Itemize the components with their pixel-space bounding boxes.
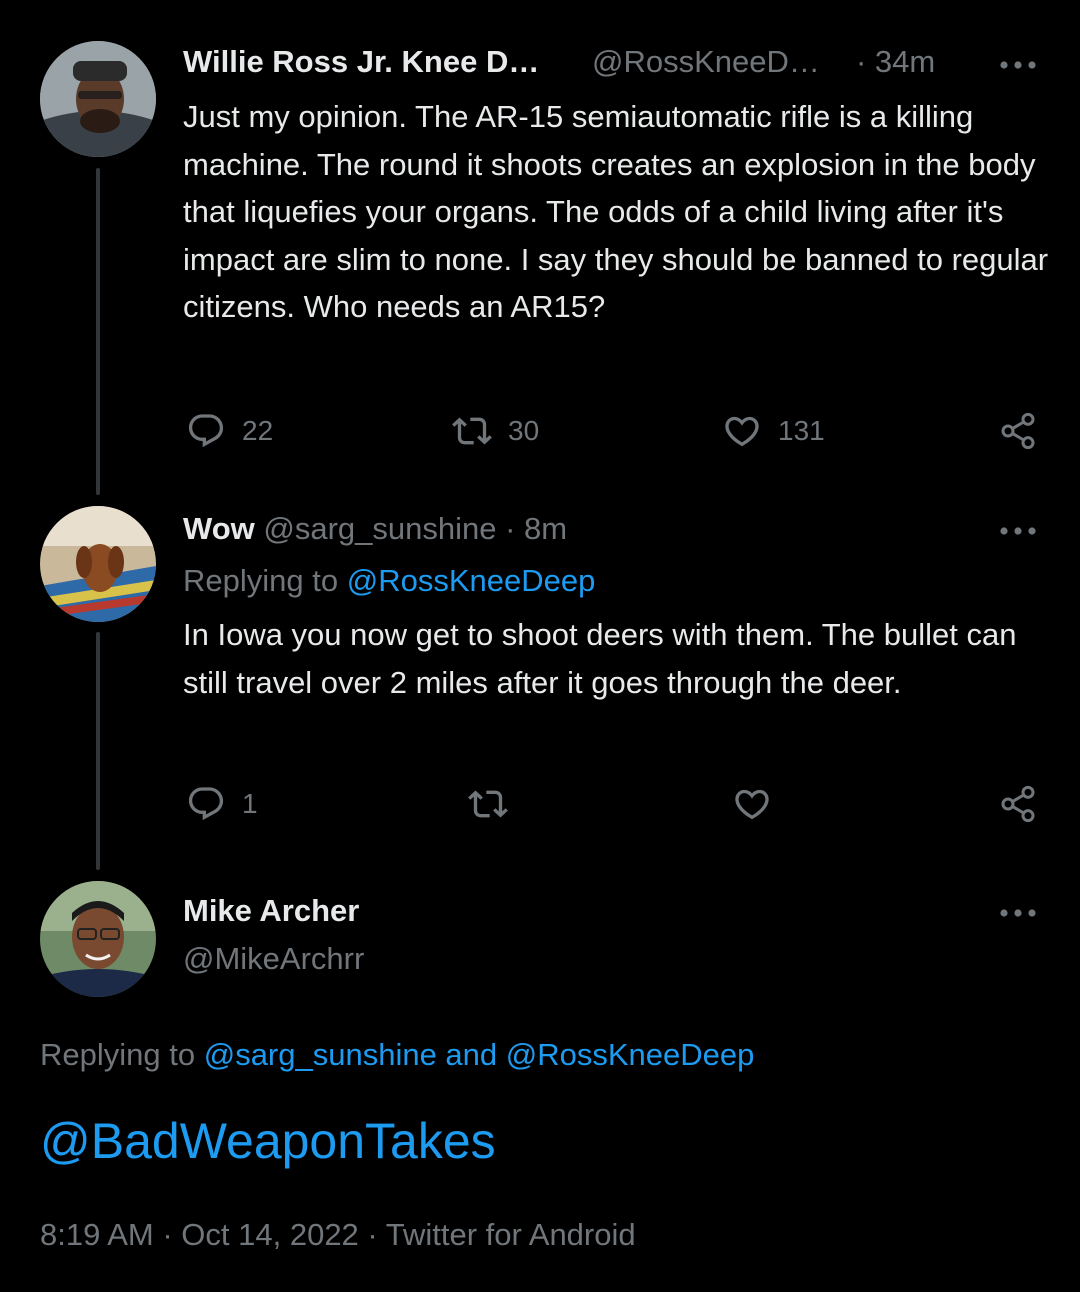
- share-icon: [998, 784, 1038, 824]
- replying-to: Replying to @sarg_sunshine and @RossKnee…: [40, 1037, 754, 1073]
- share-icon: [998, 411, 1038, 451]
- author-handle-time[interactable]: @sarg_sunshine · 8m: [263, 511, 567, 546]
- reply-button[interactable]: 22: [186, 411, 273, 451]
- share-button[interactable]: [998, 411, 1038, 451]
- retweet-button[interactable]: 30: [452, 411, 539, 451]
- retweet-icon: [452, 411, 492, 451]
- reply-count: 1: [242, 788, 258, 819]
- author-name[interactable]: Wow: [183, 511, 255, 546]
- replying-handle-link[interactable]: @RossKneeDeep: [347, 563, 596, 598]
- author-handle[interactable]: @RossKneeD…: [592, 44, 820, 80]
- thread-line: [96, 632, 100, 870]
- share-button[interactable]: [998, 784, 1038, 824]
- reply-button[interactable]: 1: [186, 784, 258, 824]
- tweet-timestamp[interactable]: 8:19 AM · Oct 14, 2022 · Twitter for And…: [40, 1217, 636, 1253]
- reply-icon: [186, 784, 226, 824]
- avatar-image: [40, 506, 156, 622]
- replying-to: Replying to @RossKneeDeep: [183, 563, 595, 599]
- avatar-image: [40, 41, 156, 157]
- reply-icon: [186, 411, 226, 451]
- author-name-row: Mike Archer: [183, 893, 359, 929]
- replying-handles-link[interactable]: @sarg_sunshine and @RossKneeDeep: [204, 1037, 755, 1072]
- retweet-button[interactable]: [468, 784, 508, 824]
- more-icon[interactable]: [998, 906, 1038, 924]
- more-icon[interactable]: [998, 58, 1038, 76]
- avatar-image: [40, 881, 156, 997]
- like-button[interactable]: 131: [722, 411, 825, 451]
- tweet-text: Just my opinion. The AR-15 semiautomatic…: [183, 99, 1049, 324]
- tweet-time[interactable]: · 34m: [856, 44, 935, 80]
- replying-label: Replying to: [40, 1037, 204, 1072]
- avatar[interactable]: [40, 506, 156, 622]
- like-button[interactable]: [732, 784, 772, 824]
- tweet-header: Wow @sarg_sunshine · 8m: [183, 511, 567, 547]
- like-icon: [732, 784, 772, 824]
- main-tweet-text[interactable]: @BadWeaponTakes: [40, 1112, 496, 1170]
- author-name[interactable]: Willie Ross Jr. Knee D…: [183, 44, 539, 79]
- like-icon: [722, 411, 762, 451]
- retweet-icon: [468, 784, 508, 824]
- reply-count: 22: [242, 415, 274, 446]
- author-name[interactable]: Mike Archer: [183, 893, 359, 928]
- retweet-count: 30: [508, 415, 540, 446]
- avatar[interactable]: [40, 881, 156, 997]
- like-count: 131: [778, 415, 825, 446]
- tweet-header: Willie Ross Jr. Knee D…: [183, 44, 539, 80]
- author-handle[interactable]: @MikeArchrr: [183, 941, 364, 977]
- replying-label: Replying to: [183, 563, 347, 598]
- thread-line: [96, 168, 100, 495]
- avatar[interactable]: [40, 41, 156, 157]
- tweet-text: In Iowa you now get to shoot deers with …: [183, 617, 1017, 700]
- more-icon[interactable]: [998, 524, 1038, 542]
